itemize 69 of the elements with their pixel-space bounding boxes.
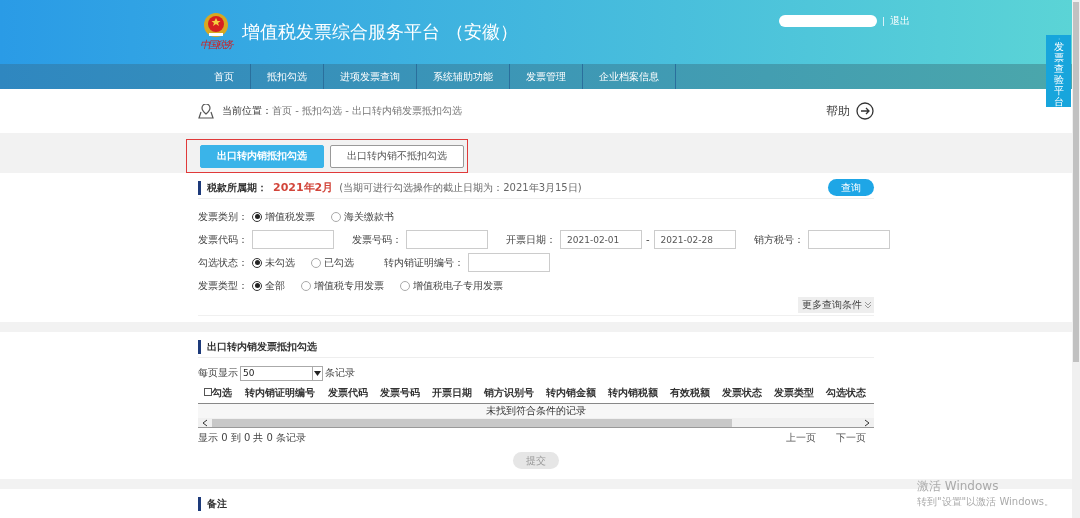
help-link[interactable]: 帮助: [826, 102, 874, 120]
section-title: 备注: [207, 497, 227, 511]
prev-page-link[interactable]: 上一页: [786, 431, 816, 445]
column-header: 开票日期: [431, 385, 473, 400]
radio-option[interactable]: 已勾选: [311, 255, 354, 270]
site-title: 增值税发票综合服务平台 （安徽）: [242, 20, 518, 44]
column-header: 勾选状态: [825, 385, 867, 400]
vertical-scrollbar[interactable]: [1072, 0, 1080, 518]
field-label: 销方税号：: [753, 232, 804, 247]
horizontal-scrollbar[interactable]: [198, 418, 874, 428]
arrow-right-icon: [856, 102, 874, 120]
column-header: 转内销税额: [607, 385, 659, 400]
page-size-label: 每页显示: [198, 366, 238, 380]
breadcrumb-label: 当前位置：: [222, 104, 272, 118]
radio-icon[interactable]: [400, 280, 410, 291]
section-title: 税款所属期：: [207, 180, 267, 195]
chevrons-down-icon: [864, 301, 872, 309]
column-header: 销方识别号: [483, 385, 535, 400]
column-header: 转内销金额: [545, 385, 597, 400]
column-header: 转内销证明编号: [244, 385, 316, 400]
tab[interactable]: 出口转内销不抵扣勾选: [330, 144, 464, 168]
field-label: 发票号码：: [352, 232, 402, 247]
range-separator: -: [646, 234, 650, 245]
page-size-select[interactable]: 50: [240, 365, 323, 381]
record-summary: 显示 0 到 0 共 0 条记录: [198, 431, 307, 445]
radio-icon[interactable]: [252, 280, 262, 291]
column-header: 发票类型: [773, 385, 815, 400]
empty-message: 未找到符合条件的记录: [198, 404, 874, 418]
column-header: 发票号码: [379, 385, 421, 400]
date-field[interactable]: 2021-02-01: [560, 230, 642, 249]
logo-text: 中国税务: [200, 38, 232, 52]
date-field[interactable]: 2021-02-28: [653, 230, 736, 249]
radio-icon[interactable]: [252, 257, 262, 268]
radio-option[interactable]: 全部: [252, 278, 285, 293]
select-all-checkbox[interactable]: 勾选: [198, 385, 238, 400]
emblem-icon: [203, 12, 229, 38]
column-header: 发票状态: [721, 385, 763, 400]
field-label: 发票类型：: [198, 278, 248, 293]
field-label: 发票代码：: [198, 232, 248, 247]
radio-icon[interactable]: [331, 211, 341, 222]
radio-icon[interactable]: [311, 257, 321, 268]
field-label: 勾选状态：: [198, 255, 248, 270]
radio-icon[interactable]: [252, 211, 262, 222]
column-header: 有效税额: [669, 385, 711, 400]
records-label: 条记录: [325, 366, 355, 380]
field-label: 发票类别：: [198, 209, 248, 224]
map-pin-icon: [198, 103, 214, 119]
radio-option[interactable]: 增值税专用发票: [301, 278, 384, 293]
radio-option[interactable]: 增值税电子专用发票: [400, 278, 503, 293]
radio-option[interactable]: 未勾选: [252, 255, 295, 270]
deadline-note: (当期可进行勾选操作的截止日期为：2021年3月15日): [339, 180, 582, 195]
column-header: 发票代码: [327, 385, 369, 400]
input-field[interactable]: [807, 230, 890, 249]
activation-hint: 转到"设置"以激活 Windows。: [917, 495, 1055, 509]
radio-icon[interactable]: [301, 280, 311, 291]
radio-option[interactable]: 增值税发票: [252, 209, 315, 224]
radio-option[interactable]: 海关缴款书: [331, 209, 394, 224]
breadcrumb-path: 首页 - 抵扣勾选 - 出口转内销发票抵扣勾选: [272, 104, 462, 118]
next-page-link[interactable]: 下一页: [836, 431, 866, 445]
field-label: 转内销证明编号：: [384, 255, 464, 270]
input-field[interactable]: [468, 253, 550, 272]
more-conditions-link[interactable]: 更多查询条件: [798, 297, 874, 313]
activation-watermark: 激活 Windows: [917, 478, 1000, 495]
input-field[interactable]: [252, 230, 334, 249]
field-label: 开票日期：: [506, 232, 556, 247]
period-value: 2021年2月: [273, 180, 334, 195]
caret-icon: [314, 370, 321, 376]
input-field[interactable]: [406, 230, 488, 249]
section-title: 出口转内销发票抵扣勾选: [207, 339, 317, 354]
